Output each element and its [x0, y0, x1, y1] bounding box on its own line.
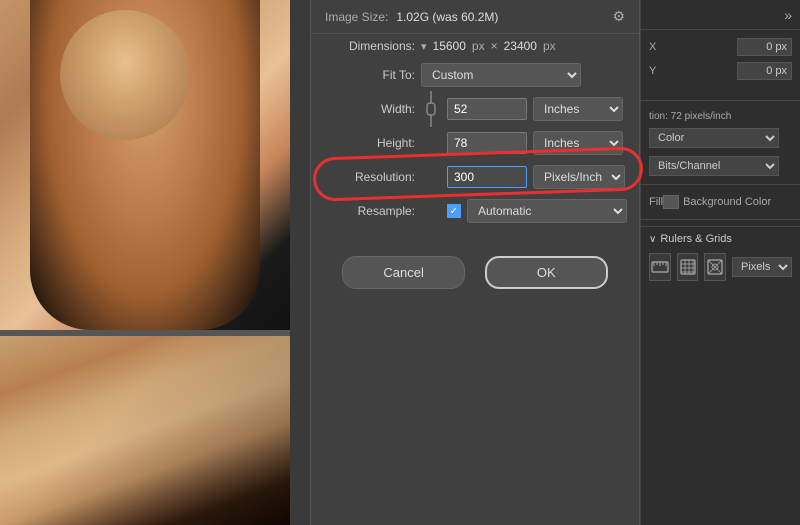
dimensions-height: 23400: [504, 39, 537, 53]
ruler-icon-1[interactable]: [649, 253, 671, 281]
rulers-label: Rulers & Grids: [660, 233, 732, 245]
bg-color-label: Background Color: [683, 196, 771, 208]
dimensions-label: Dimensions:: [325, 39, 415, 53]
dialog-buttons: Cancel OK: [311, 236, 639, 299]
dimensions-width: 15600: [433, 39, 466, 53]
resolution-unit-select[interactable]: Pixels/Inch: [533, 165, 625, 189]
dialog-header: Image Size: 1.02G (was 60.2M) ⚙: [311, 0, 639, 34]
fit-to-label: Fit To:: [325, 68, 415, 82]
x-input[interactable]: [737, 38, 792, 56]
dimensions-arrow[interactable]: ▾: [421, 40, 427, 53]
fit-to-select[interactable]: Custom: [421, 63, 581, 87]
photo-top: [0, 0, 290, 330]
fill-row: Fill Background Color: [641, 191, 800, 213]
height-unit-select[interactable]: Inches: [533, 131, 623, 155]
dimensions-height-unit: px: [543, 39, 556, 53]
y-label: Y: [649, 65, 737, 77]
height-row: Height: Inches: [311, 126, 639, 160]
height-input[interactable]: [447, 132, 527, 154]
collapse-icon[interactable]: ∨: [649, 234, 656, 245]
right-panel: » X Y tion: 72 pixels/inch Color Bits/Ch…: [640, 0, 800, 525]
x-label: X: [649, 41, 737, 53]
resolution-info: tion: 72 pixels/inch: [641, 107, 800, 126]
dimensions-width-unit: px: [472, 39, 485, 53]
width-unit-select[interactable]: Inches: [533, 97, 623, 121]
resolution-label: Resolution:: [325, 170, 415, 184]
dialog-title-value: 1.02G (was 60.2M): [396, 10, 498, 24]
right-panel-header: »: [641, 0, 800, 30]
dialog-header-left: Image Size: 1.02G (was 60.2M): [325, 10, 498, 24]
rulers-header: ∨ Rulers & Grids: [641, 226, 800, 249]
width-label: Width:: [325, 102, 415, 116]
chain-icon: [423, 91, 439, 127]
wh-group: Width: Inches Height:: [311, 92, 639, 160]
coordinates-section: X Y: [641, 30, 800, 94]
y-row: Y: [649, 62, 792, 80]
gear-button[interactable]: ⚙: [612, 8, 625, 25]
main-area: Image Size: 1.02G (was 60.2M) ⚙ Dimensio…: [290, 0, 640, 525]
bits-row: Bits/Channel: [641, 154, 800, 178]
color-select[interactable]: Color: [649, 128, 779, 148]
rulers-icons: Pixels: [641, 249, 800, 285]
image-size-dialog: Image Size: 1.02G (was 60.2M) ⚙ Dimensio…: [310, 0, 640, 525]
color-row: Color: [641, 126, 800, 150]
x-row: X: [649, 38, 792, 56]
divider-3: [641, 219, 800, 220]
fill-box[interactable]: [663, 195, 679, 209]
expand-icon[interactable]: »: [784, 7, 792, 23]
width-input[interactable]: [447, 98, 527, 120]
rulers-unit-select[interactable]: Pixels: [732, 257, 792, 277]
height-label: Height:: [325, 136, 415, 150]
photo-area: [0, 0, 290, 525]
bits-select[interactable]: Bits/Channel: [649, 156, 779, 176]
resample-checkbox[interactable]: ✓: [447, 204, 461, 218]
ruler-icon-2[interactable]: [677, 253, 699, 281]
fill-label: Fill: [649, 196, 663, 208]
spacer: [311, 228, 639, 236]
y-input[interactable]: [737, 62, 792, 80]
width-row: Width: Inches: [311, 92, 639, 126]
checkbox-check: ✓: [450, 206, 458, 217]
resample-label: Resample:: [325, 204, 415, 218]
fit-to-row: Fit To: Custom: [311, 58, 639, 92]
dimensions-x: ×: [491, 39, 498, 53]
divider-2: [641, 184, 800, 185]
dimensions-row: Dimensions: ▾ 15600 px × 23400 px: [311, 34, 639, 58]
cancel-button[interactable]: Cancel: [342, 256, 464, 289]
dialog-title-label: Image Size:: [325, 10, 388, 24]
resolution-row: Resolution: Pixels/Inch: [311, 160, 639, 194]
photo-bottom: [0, 336, 290, 525]
ok-button[interactable]: OK: [485, 256, 608, 289]
resample-row: Resample: ✓ Automatic: [311, 194, 639, 228]
resample-select[interactable]: Automatic: [467, 199, 627, 223]
divider-1: [641, 100, 800, 101]
resolution-input[interactable]: [447, 166, 527, 188]
ruler-icon-3[interactable]: [704, 253, 726, 281]
